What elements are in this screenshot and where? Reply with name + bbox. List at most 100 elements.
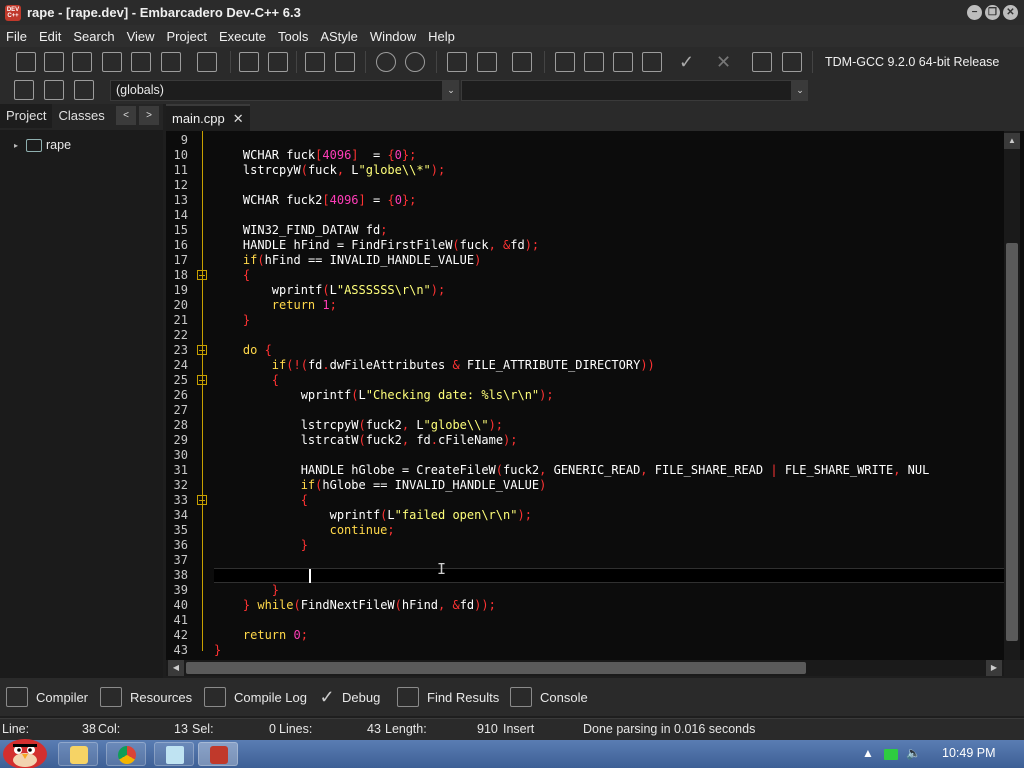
horizontal-scroll-thumb[interactable] xyxy=(186,662,806,674)
goto-line-icon[interactable] xyxy=(14,80,34,100)
menu-help[interactable]: Help xyxy=(422,29,461,44)
function-dropdown-arrow-icon[interactable]: ⌄ xyxy=(792,80,808,101)
remove-from-project-icon[interactable] xyxy=(477,52,497,72)
compile-icon[interactable] xyxy=(555,52,575,72)
close-button[interactable]: ✕ xyxy=(1003,5,1018,20)
taskbar-chrome-button[interactable] xyxy=(106,742,146,766)
close-all-icon[interactable] xyxy=(161,52,181,72)
tab-label: main.cpp xyxy=(172,111,225,126)
scroll-left-arrow-icon[interactable]: ◀ xyxy=(168,660,184,676)
profile-chart-icon[interactable] xyxy=(752,52,772,72)
delete-profile-icon[interactable] xyxy=(782,52,802,72)
compiler-selector[interactable]: TDM-GCC 9.2.0 64-bit Release xyxy=(819,52,1019,72)
title-bar: DEV C++ rape - [rape.dev] - Embarcadero … xyxy=(0,0,1024,25)
debug-check-icon: ✓ xyxy=(319,687,335,707)
rebuild-all-icon[interactable] xyxy=(642,52,662,72)
code-line: WIN32_FIND_DATAW fd; xyxy=(242,223,388,237)
syntax-check-icon[interactable]: ✓ xyxy=(679,52,699,72)
code-line: } xyxy=(242,313,251,327)
close-file-icon[interactable] xyxy=(131,52,151,72)
tree-expander-icon[interactable]: ▸ xyxy=(14,141,26,150)
line-number: 27 xyxy=(173,403,188,417)
project-icon xyxy=(26,138,42,152)
line-number: 34 xyxy=(173,508,188,522)
find-icon[interactable] xyxy=(239,52,259,72)
line-number: 22 xyxy=(173,328,188,342)
vertical-scrollbar[interactable]: ▲ xyxy=(1004,131,1020,660)
scope-dropdown-arrow-icon[interactable]: ⌄ xyxy=(443,80,459,101)
tab-main-cpp[interactable]: main.cpp ✕ xyxy=(166,104,250,131)
menu-window[interactable]: Window xyxy=(364,29,422,44)
code-line: WCHAR fuck[4096] = {0}; xyxy=(242,148,417,162)
compile-run-icon[interactable] xyxy=(613,52,633,72)
menu-astyle[interactable]: AStyle xyxy=(314,29,364,44)
stop-execution-icon[interactable]: ✕ xyxy=(716,52,736,72)
menu-edit[interactable]: Edit xyxy=(33,29,67,44)
indent-icon[interactable] xyxy=(305,52,325,72)
tab-project[interactable]: Project xyxy=(0,104,53,128)
save-all-icon[interactable] xyxy=(102,52,122,72)
vertical-scroll-thumb[interactable] xyxy=(1006,243,1018,641)
taskbar-explorer-button[interactable] xyxy=(58,742,98,766)
find-results-icon xyxy=(397,687,419,707)
scroll-up-arrow-icon[interactable]: ▲ xyxy=(1004,133,1020,149)
line-number: 15 xyxy=(173,223,188,237)
bottom-panel-tabs: Compiler Resources Compile Log ✓ Debug F… xyxy=(0,678,1024,716)
menu-tools[interactable]: Tools xyxy=(272,29,314,44)
open-folder-icon[interactable] xyxy=(44,52,64,72)
volume-icon[interactable]: 🔈 xyxy=(906,746,921,760)
tree-node-label: rape xyxy=(46,138,72,152)
tab-resources[interactable]: Resources xyxy=(100,686,192,708)
print-icon[interactable] xyxy=(197,52,217,72)
bookmark-icon[interactable] xyxy=(44,80,64,100)
status-lines-label: Lines: xyxy=(279,722,313,736)
tree-node-project[interactable]: ▸ rape xyxy=(14,138,71,152)
code-line: if(!(fd.dwFileAttributes & FILE_ATTRIBUT… xyxy=(271,358,655,372)
code-line: wprintf(L"Checking date: %ls\r\n"); xyxy=(300,388,554,402)
line-number: 43 xyxy=(173,643,188,657)
menu-project[interactable]: Project xyxy=(161,29,213,44)
horizontal-scrollbar[interactable]: ◀ ▶ xyxy=(166,660,1004,676)
scroll-right-arrow-icon[interactable]: ▶ xyxy=(986,660,1002,676)
new-file-icon[interactable] xyxy=(16,52,36,72)
network-icon[interactable] xyxy=(884,749,898,760)
status-line-value: 38 xyxy=(82,722,96,736)
redo-icon[interactable] xyxy=(405,52,425,72)
goto-bookmark-icon[interactable] xyxy=(74,80,94,100)
code-line: if(hFind == INVALID_HANDLE_VALUE) xyxy=(242,253,482,267)
panel-prev-arrow-icon[interactable]: < xyxy=(116,106,136,125)
taskbar-notepad-button[interactable] xyxy=(154,742,194,766)
tab-console[interactable]: Console xyxy=(510,686,588,708)
tab-compile-log[interactable]: Compile Log xyxy=(204,686,307,708)
save-icon[interactable] xyxy=(72,52,92,72)
new-project-icon[interactable] xyxy=(447,52,467,72)
tab-debug[interactable]: ✓ Debug xyxy=(318,686,380,708)
menu-file[interactable]: File xyxy=(0,29,33,44)
code-line: lstrcatW(fuck2, fd.cFileName); xyxy=(300,433,518,447)
tray-arrow-icon[interactable]: ▲ xyxy=(862,746,874,760)
code-editor[interactable]: 9 10 11 12 13 14 15 16 17 18 19 20 21 22 23 24 25 26 27 28 2… xyxy=(166,131,1024,660)
restore-button[interactable]: ❐ xyxy=(985,5,1000,20)
scope-combo[interactable]: (globals) xyxy=(110,80,443,101)
tab-close-icon[interactable]: ✕ xyxy=(233,111,244,126)
function-combo[interactable] xyxy=(461,80,792,101)
menu-view[interactable]: View xyxy=(121,29,161,44)
code-text-area[interactable]: WCHAR fuck[4096] = {0}; lstrcpyW(fuck, L… xyxy=(214,131,1004,660)
menu-search[interactable]: Search xyxy=(67,29,120,44)
line-number: 30 xyxy=(173,448,188,462)
menu-execute[interactable]: Execute xyxy=(213,29,272,44)
status-bar: Line: 38 Col: 13 Sel: 0 Lines: 43 Length… xyxy=(0,718,1024,740)
taskbar-clock[interactable]: 10:49 PM xyxy=(942,746,996,760)
tab-compiler[interactable]: Compiler xyxy=(6,686,88,708)
minimize-button[interactable]: − xyxy=(967,5,982,20)
taskbar-devcpp-button[interactable] xyxy=(198,742,238,766)
project-options-icon[interactable] xyxy=(512,52,532,72)
tab-classes[interactable]: Classes xyxy=(52,104,110,128)
undo-icon[interactable] xyxy=(376,52,396,72)
tab-find-results[interactable]: Find Results xyxy=(397,686,499,708)
replace-icon[interactable] xyxy=(268,52,288,72)
start-button-bird-icon[interactable] xyxy=(0,736,50,768)
unindent-icon[interactable] xyxy=(335,52,355,72)
panel-next-arrow-icon[interactable]: > xyxy=(139,106,159,125)
run-icon[interactable] xyxy=(584,52,604,72)
